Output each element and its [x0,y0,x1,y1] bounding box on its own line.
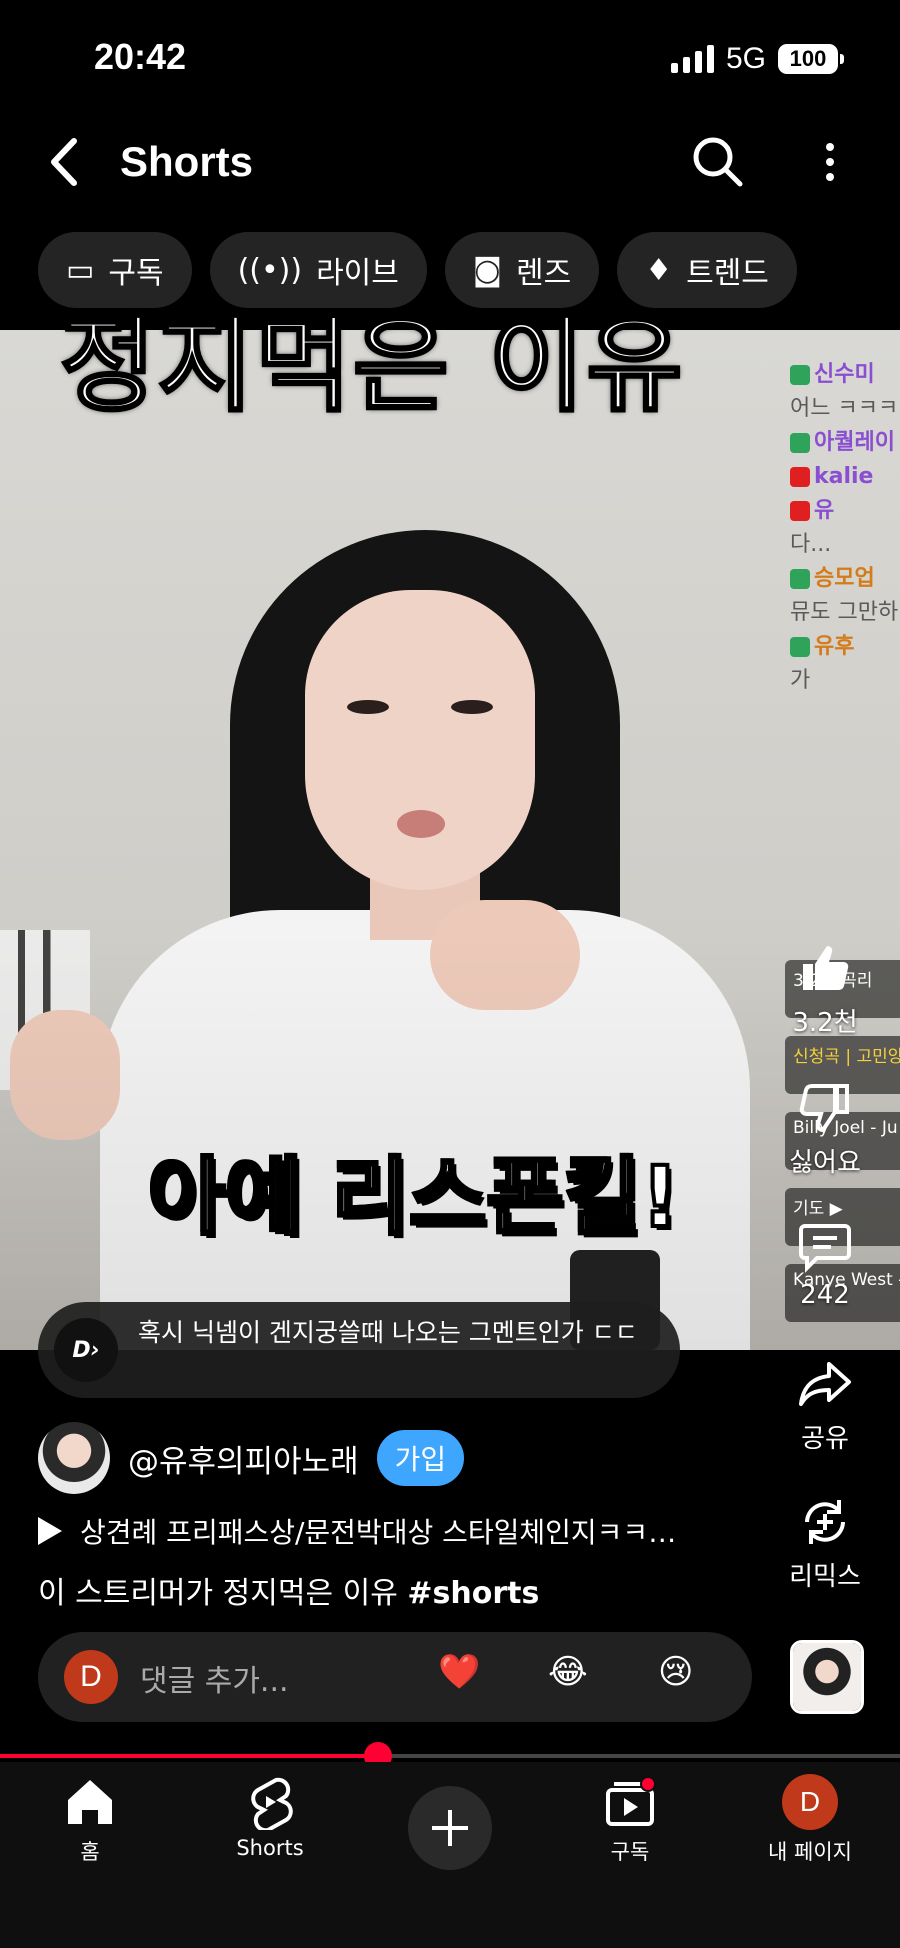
more-options-button[interactable] [810,134,850,190]
nav-shorts[interactable]: Shorts [200,1774,340,1860]
comments-button[interactable]: 242 [770,1218,880,1310]
dot-icon [826,143,834,151]
laughing-emoji-button[interactable]: 😂 [548,1652,588,1692]
back-arrow-icon [51,138,77,186]
chat-line: 뮤도 그만하 [790,600,899,625]
video-caption: 아예 리스폰킬! [146,1146,681,1248]
nav-label: 홈 [80,1840,100,1864]
video-subject-face [305,590,535,890]
shorts-icon [251,1777,293,1830]
dot-icon [826,173,834,181]
sponsor-logo: D› [54,1318,118,1382]
page-title: Shorts [120,138,254,185]
like-count: 3.2천 [792,1008,858,1038]
hashtag-link[interactable]: #shorts [407,1576,539,1611]
chat-line: 아퀄레이 [790,426,900,460]
chat-line: 신수미 [790,358,900,392]
channel-row: @유후의피아노래 가입 [38,1420,465,1496]
status-time: 20:42 [94,36,187,77]
chat-line: 어느 ㅋㅋㅋ [790,396,899,421]
signal-icon [670,45,714,73]
linked-video-title: 상견례 프리패스상/문전박대상 스타일체인지ㅋㅋ… [80,1516,677,1549]
pinned-comment[interactable]: D› 혹시 닉넴이 겐지궁쓸때 나오는 그멘트인가 ㄷㄷ [38,1302,680,1398]
chat-line: 유후 [790,630,900,664]
channel-avatar[interactable] [38,1422,110,1494]
battery-icon: 100 [778,44,844,74]
crying-emoji-button[interactable]: 😢 [658,1652,693,1692]
nav-home[interactable]: 홈 [20,1774,160,1866]
join-button[interactable]: 가입 [376,1430,465,1486]
nav-label: Shorts [236,1836,304,1860]
chat-line: 다... [790,532,832,557]
dot-icon [826,158,834,166]
search-icon [693,137,743,187]
mouth [397,810,445,838]
nav-label: 내 페이지 [768,1840,852,1864]
dislike-button[interactable]: 싫어요 [770,1080,880,1179]
play-icon [38,1517,62,1545]
bottom-navigation: 홈 Shorts 구독 D 내 페이지 [0,1762,900,1948]
top-bar: Shorts ▭ 구독 ((•)) 라이브 ◙ 렌즈 ♦ 트렌드 정지먹은 이유 [0,120,900,428]
chat-line: 승모업 [790,562,900,596]
heart-emoji-button[interactable]: ❤️ [438,1652,480,1692]
share-icon [799,1362,851,1406]
pinned-comment-text: 혹시 닉넴이 겐지궁쓸때 나오는 그멘트인가 ㄷㄷ [138,1318,638,1347]
stream-chat-overlay: 신수미 어느 ㅋㅋㅋ 아퀄레이 kalie 유 다... 승모업 뮤도 그만하 … [790,358,900,698]
comment-input[interactable]: 댓글 추가... [140,1656,289,1700]
linked-video-row[interactable]: 상견례 프리패스상/문전박대상 스타일체인지ㅋㅋ… [38,1508,748,1554]
search-button[interactable] [690,134,746,190]
comment-count: 242 [800,1280,850,1310]
remix-button[interactable]: 리믹스 [770,1494,880,1593]
plus-icon [432,1810,468,1846]
chat-line: kalie [790,460,900,494]
create-button[interactable] [408,1786,492,1870]
progress-fill [0,1754,378,1758]
back-button[interactable] [38,134,88,190]
status-indicators: 5G 100 [670,42,844,76]
video-title-overlay: 정지먹은 이유 [58,303,685,428]
video-progress-bar[interactable] [0,1742,900,1770]
add-comment-bar[interactable]: D 댓글 추가... ❤️ 😂 😢 [38,1632,752,1722]
chat-line: 가 [790,668,811,693]
status-bar: 20:42 5G 100 [0,0,900,120]
user-avatar: D [64,1650,118,1704]
thumbs-down-icon [799,1084,849,1133]
eye [451,700,493,714]
video-player[interactable]: 신수미 어느 ㅋㅋㅋ 아퀄레이 kalie 유 다... 승모업 뮤도 그만하 … [0,330,900,1350]
home-icon [68,1780,112,1824]
profile-avatar: D [782,1774,838,1830]
chip-label: 트렌드 [686,256,769,291]
channel-name[interactable]: @유후의피아노래 [128,1436,359,1481]
nav-profile[interactable]: D 내 페이지 [740,1774,880,1866]
share-button[interactable]: 공유 [770,1356,880,1455]
remix-label: 리믹스 [789,1562,861,1592]
share-label: 공유 [801,1424,849,1454]
thumbs-up-icon [803,946,849,990]
dislike-label: 싫어요 [789,1148,861,1178]
chat-line: 유 [790,494,900,528]
nav-label: 구독 [610,1840,650,1864]
video-description[interactable]: 이 스트리머가 정지먹은 이유 #shorts [38,1568,539,1612]
remix-icon [805,1500,845,1544]
eye [347,700,389,714]
like-button[interactable]: 3.2천 [770,940,880,1039]
network-type: 5G [725,42,766,75]
description-text: 이 스트리머가 정지먹은 이유 [38,1576,408,1611]
notification-dot [640,1776,656,1792]
comment-icon [799,1224,851,1273]
sound-thumbnail[interactable] [790,1640,864,1714]
nav-subscriptions[interactable]: 구독 [560,1774,700,1866]
